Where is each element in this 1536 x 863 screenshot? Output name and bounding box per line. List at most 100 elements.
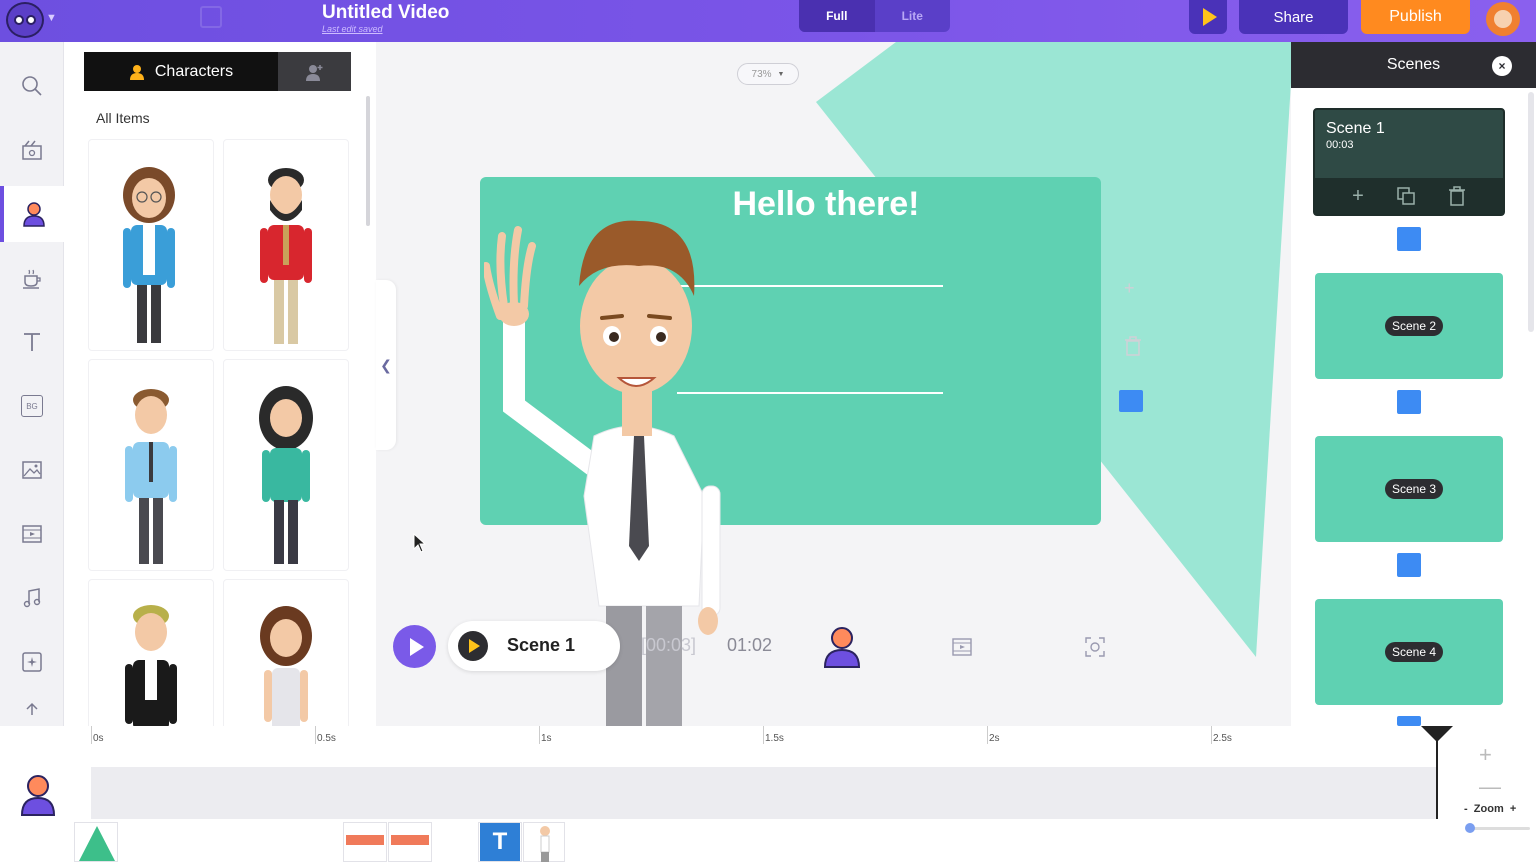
play-icon <box>1202 8 1217 26</box>
library-tabs: Characters <box>84 52 351 91</box>
scene-name-chip: Scene 3 <box>1385 479 1444 499</box>
user-avatar[interactable] <box>1486 2 1520 36</box>
app-logo[interactable] <box>6 2 44 38</box>
trash-icon[interactable] <box>1448 186 1466 206</box>
text-icon: T <box>480 823 520 861</box>
scene-duration: 00:03 <box>1326 139 1354 151</box>
zoom-label: - Zoom + <box>1464 803 1517 815</box>
character-card-woman-glasses[interactable] <box>88 139 214 351</box>
scene-toolbar: + <box>1315 178 1503 214</box>
layer-thumb-line-1[interactable] <box>343 822 387 862</box>
library-scrollbar[interactable] <box>366 96 370 226</box>
ruler-tick <box>91 726 92 744</box>
character-thumbnail <box>123 167 175 343</box>
tab-characters[interactable]: Characters <box>84 52 278 91</box>
rail-scene[interactable] <box>0 122 64 178</box>
video-title[interactable]: Untitled Video <box>322 2 449 24</box>
add-character-icon <box>305 64 322 81</box>
scenes-panel: Scenes × Scene 1 00:03 + Scene 2 Scene 3… <box>1291 42 1536 726</box>
close-icon[interactable]: × <box>1492 56 1512 76</box>
copy-icon[interactable] <box>200 6 222 28</box>
headline-text[interactable]: Hello there! <box>711 185 941 224</box>
play-icon <box>469 639 480 653</box>
chevron-down-icon[interactable]: ▼ <box>46 12 57 24</box>
mode-lite-button[interactable]: Lite <box>875 0 951 32</box>
zoom-value: 73% <box>751 68 772 80</box>
publish-button[interactable]: Publish <box>1361 0 1470 34</box>
video-icon[interactable] <box>951 636 973 658</box>
video-icon <box>22 525 42 543</box>
scene-card-4[interactable]: Scene 4 <box>1315 599 1503 705</box>
rail-music[interactable] <box>0 570 64 626</box>
canvas-area: 73% ▼ Hello there! + Scene 1 [00:03] 01:… <box>376 42 1291 726</box>
timeline-zoom-slider[interactable] <box>1466 827 1530 830</box>
rail-effects[interactable] <box>0 634 64 690</box>
character-icon[interactable] <box>822 626 862 668</box>
props-icon <box>23 269 41 289</box>
scenes-header: Scenes × <box>1291 42 1536 88</box>
ruler-tick <box>987 726 988 744</box>
share-button[interactable]: Share <box>1239 0 1348 34</box>
layer-thumb-text[interactable]: T <box>478 822 522 862</box>
ruler-label: 1.5s <box>765 733 784 744</box>
scene-card-3[interactable]: Scene 3 <box>1315 436 1503 542</box>
rail-characters[interactable] <box>0 186 64 242</box>
character-card-young-man[interactable] <box>88 359 214 571</box>
scene-transition-2[interactable] <box>1397 390 1421 414</box>
left-tool-rail: BG <box>0 42 64 726</box>
rail-props[interactable] <box>0 250 64 306</box>
scene-player[interactable]: Scene 1 <box>448 621 620 671</box>
layer-thumb-character[interactable] <box>523 822 565 862</box>
rail-images[interactable] <box>0 442 64 498</box>
duplicate-icon[interactable] <box>1396 186 1416 206</box>
scene-transition-4[interactable] <box>1397 716 1421 726</box>
zoom-in-button[interactable]: + <box>1479 742 1492 768</box>
zoom-dropdown[interactable]: 73% ▼ <box>737 63 799 85</box>
play-icon <box>409 637 424 656</box>
trash-icon[interactable] <box>1124 336 1142 356</box>
zoom-out-button[interactable]: — <box>1479 774 1501 800</box>
layer-thumb-triangle[interactable] <box>74 822 118 862</box>
ruler-tick <box>315 726 316 744</box>
scenes-scrollbar[interactable] <box>1528 92 1534 332</box>
playhead-line <box>1436 736 1438 819</box>
chevron-down-icon: ▼ <box>777 70 785 78</box>
rail-text[interactable] <box>0 314 64 370</box>
scene-card-2[interactable]: Scene 2 <box>1315 273 1503 379</box>
character-card-curly-woman[interactable] <box>223 359 349 571</box>
character-library: Characters All Items <box>64 42 376 791</box>
bg-icon: BG <box>21 395 43 417</box>
play-all-button[interactable] <box>393 625 436 668</box>
character-thumbnail <box>125 389 177 564</box>
character-track-icon[interactable] <box>20 774 56 816</box>
transition-marker[interactable] <box>1119 390 1143 412</box>
scene-transition-3[interactable] <box>1397 553 1421 577</box>
ruler-label: 0.5s <box>317 733 336 744</box>
add-element-icon[interactable]: + <box>1124 278 1135 299</box>
chevron-left-icon: ❮ <box>380 356 392 373</box>
character-track-bar[interactable] <box>91 767 1437 819</box>
character-thumbnail <box>259 386 313 564</box>
scene-name-chip: Scene 2 <box>1385 316 1444 336</box>
preview-play-button[interactable] <box>1189 0 1227 34</box>
play-scene-button[interactable] <box>458 631 488 661</box>
add-scene-icon[interactable]: + <box>1352 185 1364 208</box>
effects-icon <box>22 652 42 672</box>
rail-search[interactable] <box>0 58 64 114</box>
character-card-bearded-man[interactable] <box>223 139 349 351</box>
layer-thumb-line-2[interactable] <box>388 822 432 862</box>
mode-full-button[interactable]: Full <box>799 0 875 32</box>
rail-video[interactable] <box>0 506 64 562</box>
character-thumbnail <box>260 168 312 344</box>
collapse-library-button[interactable]: ❮ <box>376 280 396 450</box>
tab-add-character[interactable] <box>278 52 351 91</box>
rail-upload[interactable] <box>0 692 64 726</box>
rail-background[interactable]: BG <box>0 378 64 434</box>
timeline-zoom-knob[interactable] <box>1465 823 1475 833</box>
image-icon <box>22 461 42 479</box>
scene-transition-1[interactable] <box>1397 227 1421 251</box>
camera-icon[interactable] <box>1084 636 1106 658</box>
ruler-tick <box>539 726 540 744</box>
current-scene-label: Scene 1 <box>507 635 576 655</box>
scene-card-1[interactable]: Scene 1 00:03 + <box>1313 108 1505 216</box>
